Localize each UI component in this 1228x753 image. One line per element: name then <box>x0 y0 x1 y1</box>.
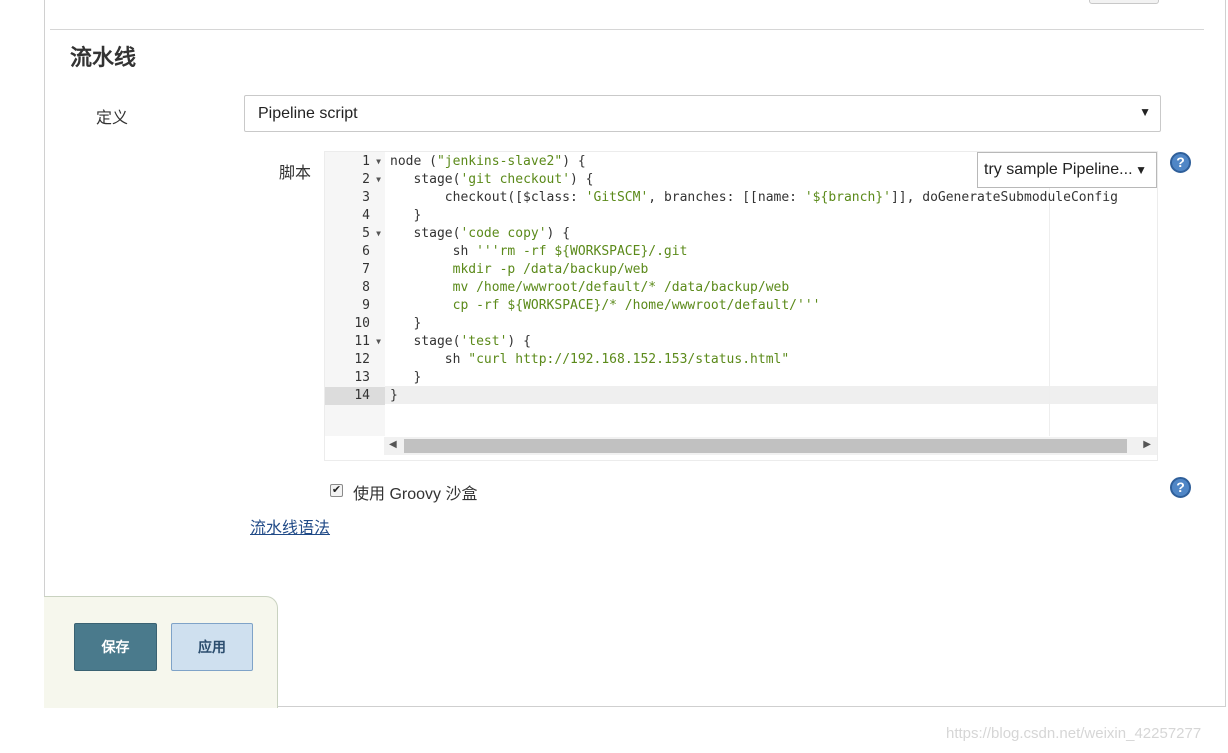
section-title: 流水线 <box>70 45 137 70</box>
code-line: } <box>390 208 422 223</box>
line-number: 4 <box>325 207 385 225</box>
line-number-text: 2 <box>362 172 370 187</box>
code-line: sh "curl http://192.168.152.153/status.h… <box>390 352 790 367</box>
code-line: cp -rf ${WORKSPACE}/* /home/wwwroot/defa… <box>452 298 821 313</box>
line-number: 12 <box>325 351 385 369</box>
line-number-text: 7 <box>362 262 370 277</box>
scrollbar-thumb[interactable] <box>404 439 1127 453</box>
definition-selected-value: Pipeline script <box>258 105 358 122</box>
chevron-down-icon: ▼ <box>1139 105 1151 119</box>
code-line: stage('test') { <box>390 334 531 349</box>
groovy-sandbox-label: 使用 Groovy 沙盒 <box>353 486 478 503</box>
code-line: stage('code copy') { <box>390 226 571 241</box>
code-line: mkdir -p /data/backup/web <box>452 262 649 277</box>
line-number: 2 ▼ <box>325 171 385 189</box>
active-line-highlight <box>385 386 1157 404</box>
chevron-down-icon: ▼ <box>1135 163 1147 177</box>
help-icon[interactable]: ? <box>1170 477 1191 498</box>
fold-toggle-icon[interactable]: ▼ <box>376 153 381 171</box>
pipeline-syntax-link[interactable]: 流水线语法 <box>250 514 330 538</box>
sample-pipeline-value: try sample Pipeline... <box>984 161 1133 178</box>
line-number-text: 10 <box>354 316 370 331</box>
line-number-text: 6 <box>362 244 370 259</box>
line-number: 11 ▼ <box>325 333 385 351</box>
line-number-text: 12 <box>354 352 370 367</box>
code-line: } <box>390 316 422 331</box>
section-divider <box>50 29 1204 30</box>
code-line: stage('git checkout') { <box>390 172 594 187</box>
line-number: 7 <box>325 261 385 279</box>
line-number: 8 <box>325 279 385 297</box>
line-number-text: 5 <box>362 226 370 241</box>
scroll-right-icon[interactable]: ▶ <box>1143 439 1151 450</box>
line-number: 14 <box>325 387 385 405</box>
apply-button[interactable]: 应用 <box>171 623 253 671</box>
code-line: node ("jenkins-slave2") { <box>390 154 586 169</box>
editor-horizontal-scrollbar[interactable]: ◀ ▶ <box>384 437 1157 455</box>
definition-select[interactable]: Pipeline script ▼ <box>244 95 1161 132</box>
code-line: sh '''rm -rf ${WORKSPACE}/.git <box>390 244 688 259</box>
line-number-text: 3 <box>362 190 370 205</box>
scroll-left-icon[interactable]: ◀ <box>389 439 397 450</box>
line-number-text: 14 <box>354 388 370 403</box>
fold-toggle-icon[interactable]: ▼ <box>376 171 381 189</box>
line-number: 10 <box>325 315 385 333</box>
help-icon[interactable]: ? <box>1170 152 1191 173</box>
line-number-text: 13 <box>354 370 370 385</box>
partial-button[interactable] <box>1089 0 1159 4</box>
code-line: } <box>390 370 422 385</box>
line-number-text: 4 <box>362 208 370 223</box>
groovy-sandbox-checkbox[interactable]: ✔ <box>330 484 343 497</box>
definition-label: 定义 <box>96 110 129 127</box>
script-label: 脚本 <box>279 165 312 182</box>
script-editor[interactable]: 1 ▼ 2 ▼ 3 4 5 ▼ 6 7 8 9 10 11 ▼ 12 13 14 node ("jenkins-s… <box>324 151 1158 461</box>
line-number: 3 <box>325 189 385 207</box>
code-line: } <box>390 388 398 403</box>
code-line: checkout([$class: 'GitSCM', branches: [[… <box>390 190 1118 205</box>
fold-toggle-icon[interactable]: ▼ <box>376 225 381 243</box>
line-number: 13 <box>325 369 385 387</box>
line-number-text: 1 <box>362 154 370 169</box>
line-number: 6 <box>325 243 385 261</box>
fold-toggle-icon[interactable]: ▼ <box>376 333 381 351</box>
line-number-text: 9 <box>362 298 370 313</box>
line-number: 5 ▼ <box>325 225 385 243</box>
code-line: mv /home/wwwroot/default/* /data/backup/… <box>452 280 790 295</box>
save-button[interactable]: 保存 <box>74 623 157 671</box>
line-number-text: 11 <box>354 334 370 349</box>
line-number-text: 8 <box>362 280 370 295</box>
line-number: 1 ▼ <box>325 153 385 171</box>
watermark: https://blog.csdn.net/weixin_42257277 <box>946 725 1202 742</box>
line-number: 9 <box>325 297 385 315</box>
sample-pipeline-select[interactable]: try sample Pipeline... ▼ <box>977 152 1157 188</box>
